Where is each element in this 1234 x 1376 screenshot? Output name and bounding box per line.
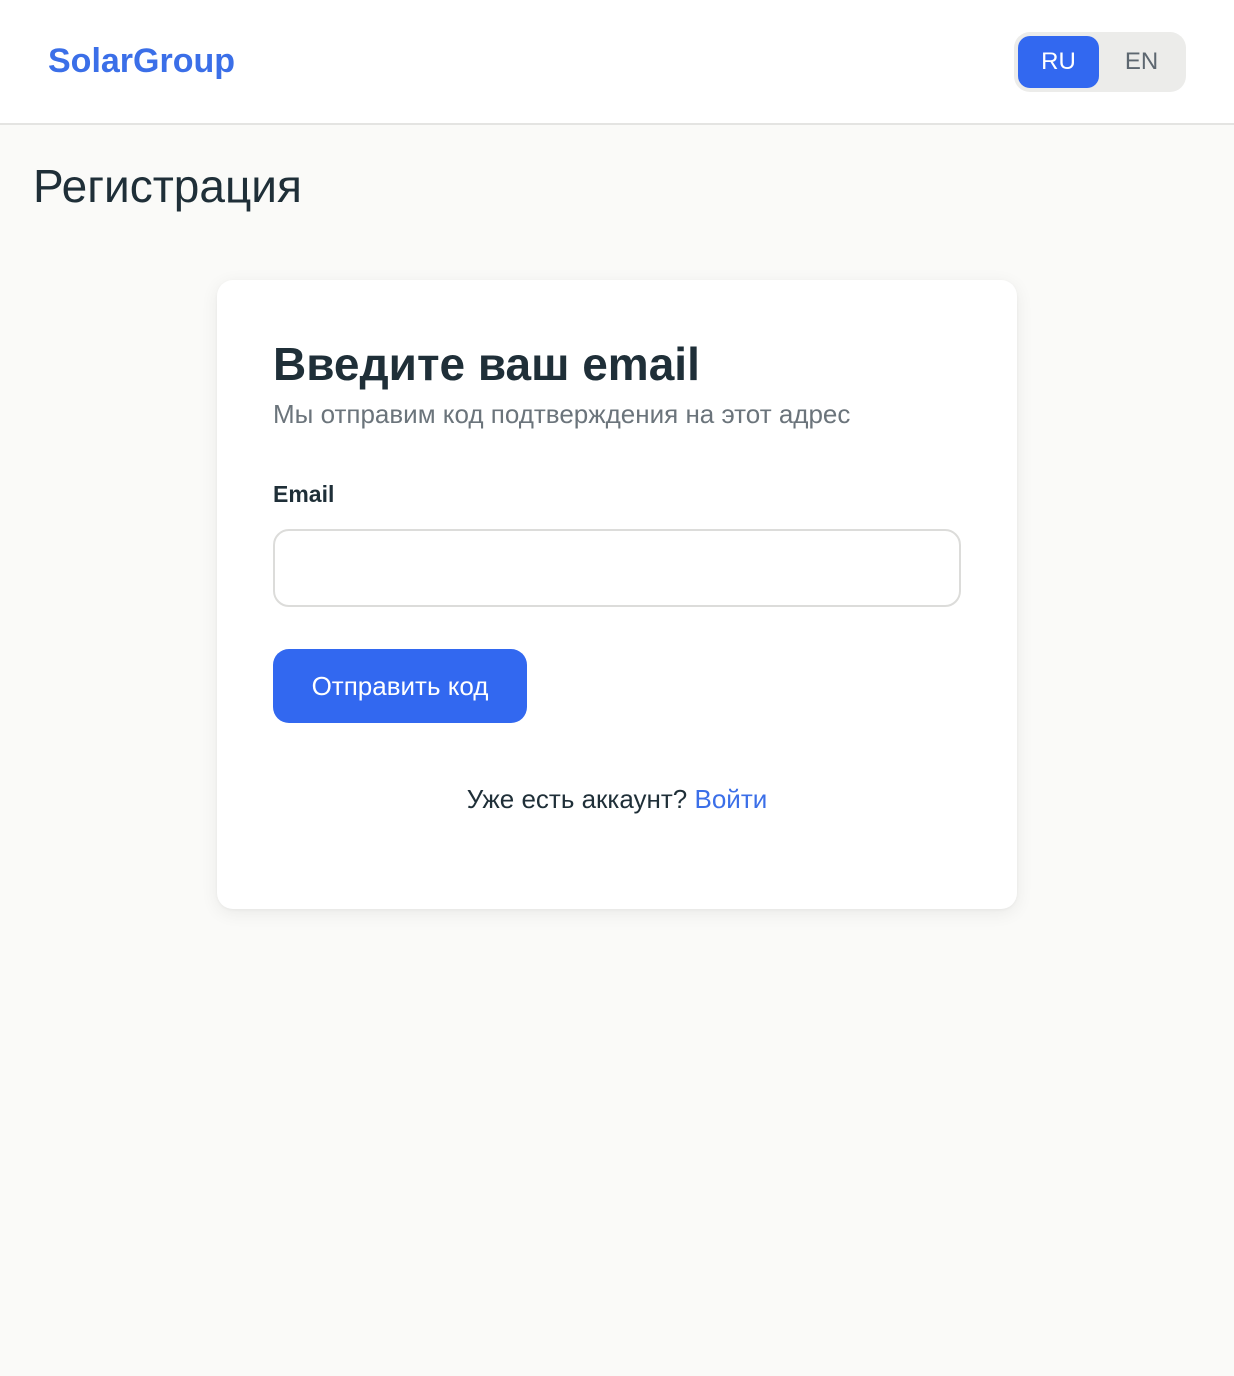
email-label: Email	[273, 481, 335, 507]
card-title: Введите ваш email	[273, 338, 700, 390]
card-subtitle: Мы отправим код подтверждения на этот ад…	[273, 399, 851, 429]
email-input[interactable]	[273, 529, 961, 607]
language-switcher: RU EN	[1014, 32, 1186, 92]
page-title: Регистрация	[33, 160, 302, 212]
language-en-button[interactable]: EN	[1101, 36, 1182, 88]
logo-link[interactable]: SolarGroup	[48, 40, 235, 82]
login-prompt-text: Уже есть аккаунт?	[466, 784, 695, 814]
registration-card: Введите ваш email Мы отправим код подтве…	[217, 280, 1017, 909]
top-header: SolarGroup RU EN	[0, 0, 1234, 125]
language-ru-button[interactable]: RU	[1018, 36, 1099, 88]
send-code-button[interactable]: Отправить код	[273, 649, 527, 723]
login-prompt-row: Уже есть аккаунт? Войти	[217, 782, 1017, 816]
login-link[interactable]: Войти	[695, 784, 768, 814]
